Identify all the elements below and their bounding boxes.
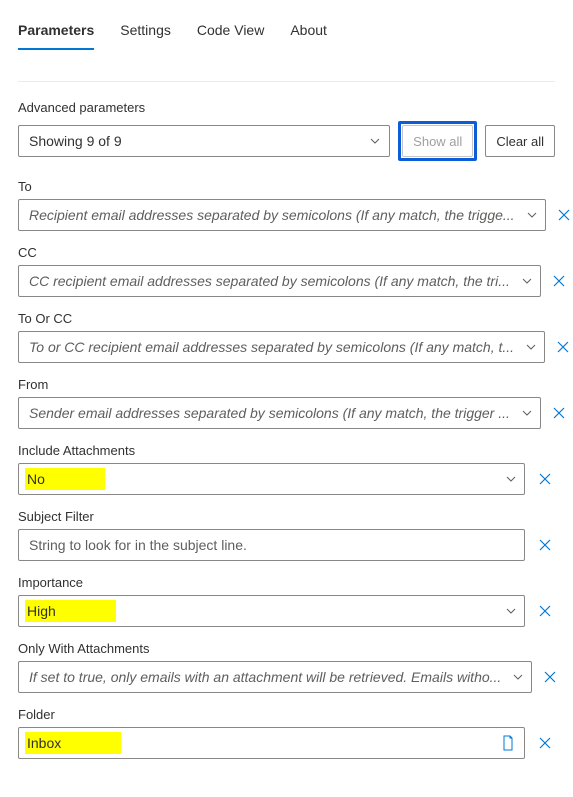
from-input[interactable]: Sender email addresses separated by semi… — [18, 397, 541, 429]
folder-picker-icon[interactable] — [501, 735, 515, 751]
remove-folder-button[interactable] — [535, 733, 555, 753]
remove-only-with-attachments-button[interactable] — [542, 667, 558, 687]
from-label: From — [18, 377, 555, 392]
cc-placeholder: CC recipient email addresses separated b… — [18, 265, 541, 297]
tabs-bar: Parameters Settings Code View About — [18, 16, 555, 51]
subject-filter-input[interactable]: String to look for in the subject line. — [18, 529, 525, 561]
subject-filter-label: Subject Filter — [18, 509, 555, 524]
from-placeholder: Sender email addresses separated by semi… — [18, 397, 541, 429]
only-with-attachments-label: Only With Attachments — [18, 641, 555, 656]
tab-parameters[interactable]: Parameters — [18, 16, 94, 50]
clear-all-button[interactable]: Clear all — [485, 125, 555, 157]
close-icon — [556, 207, 572, 223]
advanced-parameters-select[interactable]: Showing 9 of 9 — [18, 125, 390, 157]
importance-value: High — [25, 600, 116, 622]
to-input[interactable]: Recipient email addresses separated by s… — [18, 199, 546, 231]
remove-subject-filter-button[interactable] — [535, 535, 555, 555]
tab-about[interactable]: About — [290, 16, 327, 50]
chevron-down-icon — [505, 473, 517, 485]
to-placeholder: Recipient email addresses separated by s… — [18, 199, 546, 231]
only-with-attachments-placeholder: If set to true, only emails with an atta… — [18, 661, 532, 693]
cc-input[interactable]: CC recipient email addresses separated b… — [18, 265, 541, 297]
close-icon — [542, 669, 558, 685]
folder-label: Folder — [18, 707, 555, 722]
to-or-cc-input[interactable]: To or CC recipient email addresses separ… — [18, 331, 545, 363]
show-all-button[interactable]: Show all — [402, 125, 473, 157]
close-icon — [537, 603, 553, 619]
to-or-cc-label: To Or CC — [18, 311, 555, 326]
include-attachments-label: Include Attachments — [18, 443, 555, 458]
remove-importance-button[interactable] — [535, 601, 555, 621]
chevron-down-icon — [521, 275, 533, 287]
remove-cc-button[interactable] — [551, 271, 567, 291]
to-label: To — [18, 179, 555, 194]
chevron-down-icon — [505, 605, 517, 617]
chevron-down-icon — [512, 671, 524, 683]
close-icon — [537, 471, 553, 487]
chevron-down-icon — [369, 135, 381, 147]
remove-from-button[interactable] — [551, 403, 567, 423]
folder-input[interactable]: Inbox — [18, 727, 525, 759]
advanced-parameters-label: Advanced parameters — [18, 100, 555, 115]
divider — [18, 81, 555, 82]
close-icon — [537, 735, 553, 751]
show-all-highlight: Show all — [398, 121, 477, 161]
cc-label: CC — [18, 245, 555, 260]
to-or-cc-placeholder: To or CC recipient email addresses separ… — [18, 331, 545, 363]
chevron-down-icon — [525, 341, 537, 353]
folder-value: Inbox — [25, 732, 121, 754]
advanced-showing-text: Showing 9 of 9 — [29, 133, 122, 149]
close-icon — [537, 537, 553, 553]
include-attachments-select[interactable]: No — [18, 463, 525, 495]
close-icon — [551, 405, 567, 421]
importance-select[interactable]: High — [18, 595, 525, 627]
subject-filter-placeholder: String to look for in the subject line. — [18, 529, 525, 561]
remove-to-or-cc-button[interactable] — [555, 337, 571, 357]
only-with-attachments-select[interactable]: If set to true, only emails with an atta… — [18, 661, 532, 693]
importance-label: Importance — [18, 575, 555, 590]
tab-code-view[interactable]: Code View — [197, 16, 264, 50]
chevron-down-icon — [521, 407, 533, 419]
close-icon — [555, 339, 571, 355]
remove-include-attachments-button[interactable] — [535, 469, 555, 489]
tab-settings[interactable]: Settings — [120, 16, 171, 50]
advanced-parameters-row: Showing 9 of 9 Show all Clear all — [18, 121, 555, 161]
remove-to-button[interactable] — [556, 205, 572, 225]
chevron-down-icon — [526, 209, 538, 221]
include-attachments-value: No — [25, 468, 105, 490]
close-icon — [551, 273, 567, 289]
